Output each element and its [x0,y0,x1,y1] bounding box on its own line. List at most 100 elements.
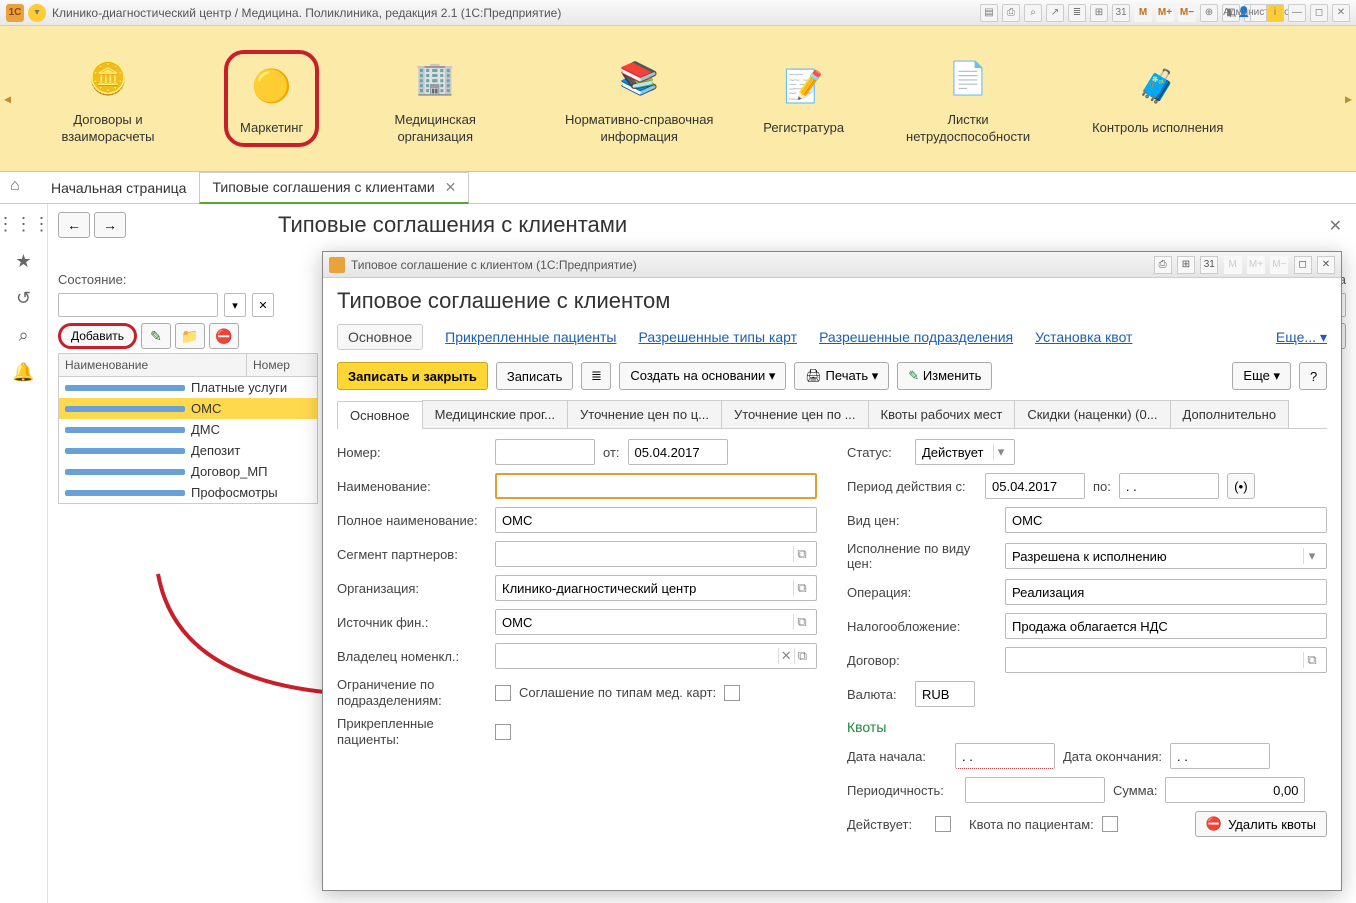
tab-price1[interactable]: Уточнение цен по ц... [567,400,722,428]
section-control[interactable]: 🧳 Контроль исполнения [1084,54,1231,143]
section-contracts[interactable]: 🪙 Договоры и взаиморасчеты [20,46,196,152]
search-sidebar-icon[interactable]: ⌕ [18,325,28,346]
tab-medprog[interactable]: Медицинские прог... [422,400,568,428]
create-based-button[interactable]: Создать на основании ▾ [619,362,786,390]
contract-input[interactable]: ⧉ [1005,647,1327,673]
org-input[interactable]: ⧉ [495,575,817,601]
bell-icon[interactable]: 🔔 [12,362,34,383]
tab-discounts[interactable]: Скидки (наценки) (0... [1014,400,1170,428]
quota-pat-checkbox[interactable] [1102,816,1118,832]
section-medorg[interactable]: 🏢 Медицинская организация [347,46,523,152]
print-icon[interactable]: ⎙ [1002,4,1020,22]
calendar-icon[interactable]: 31 [1112,4,1130,22]
mplus-icon[interactable]: M+ [1156,4,1174,22]
exec-select[interactable]: ▾ [1005,543,1327,569]
status-select[interactable]: ▾ [915,439,1015,465]
print-button[interactable]: 🖨 Печать ▾ [794,362,889,390]
tab-price2[interactable]: Уточнение цен по ... [721,400,869,428]
section-registry[interactable]: 📝 Регистратура [755,54,852,143]
dlg-close-icon[interactable]: ✕ [1317,256,1335,274]
restrict-checkbox[interactable] [495,685,511,701]
picker-icon[interactable]: ⧉ [793,580,810,596]
panel-close-icon[interactable]: ✕ [1329,216,1342,236]
dlg-m-icon[interactable]: M [1224,256,1242,274]
period-picker-button[interactable]: (•) [1227,473,1255,499]
m-icon[interactable]: M [1134,4,1152,22]
tab-extra[interactable]: Дополнительно [1170,400,1290,428]
print-preview-icon[interactable]: ▤ [980,4,998,22]
attached-checkbox[interactable] [495,724,511,740]
start-date-input[interactable] [955,743,1055,769]
acts-checkbox[interactable] [935,816,951,832]
link-icon[interactable]: ↗ [1046,4,1064,22]
segment-input[interactable]: ⧉ [495,541,817,567]
section-marketing[interactable]: 🟡 Маркетинг [224,50,319,147]
apps-icon[interactable]: ⋮⋮⋮ [0,214,51,235]
toolbar-list-icon[interactable]: ≣ [581,362,611,390]
link-more[interactable]: Еще... ▾ [1276,329,1327,346]
period-from-input[interactable] [985,473,1085,499]
col-name[interactable]: Наименование [59,354,247,376]
name-input[interactable] [495,473,817,499]
edit-button[interactable]: ✎ [141,323,171,349]
close-icon[interactable]: ✕ [1332,4,1350,22]
help-button[interactable]: ? [1299,362,1327,390]
picker-icon[interactable]: ⧉ [793,546,810,562]
dropdown-icon[interactable]: ▾ [1303,548,1320,564]
tab-close-icon[interactable]: ✕ [445,179,457,195]
link-cards[interactable]: Разрешенные типы карт [638,329,797,345]
link-divisions[interactable]: Разрешенные подразделения [819,329,1013,345]
maximize-icon[interactable]: ◻ [1310,4,1328,22]
picker-icon[interactable]: ⧉ [793,614,810,630]
folder-button[interactable]: 📁 [175,323,205,349]
sections-scroll-right[interactable]: ▸ [1345,90,1352,107]
tab-main[interactable]: Основное [337,401,423,429]
calculator-icon[interactable]: ⊞ [1090,4,1108,22]
dlg-calendar-icon[interactable]: 31 [1200,256,1218,274]
edit-button[interactable]: ✎ Изменить [897,362,992,390]
more-button[interactable]: Еще ▾ [1232,362,1291,390]
dropdown-icon[interactable]: ▾ [28,4,46,22]
col-number[interactable]: Номер [247,354,317,376]
info-icon[interactable]: i [1266,4,1284,22]
save-close-button[interactable]: Записать и закрыть [337,362,488,390]
fullname-input[interactable] [495,507,817,533]
delete-button[interactable]: ⛔ [209,323,239,349]
favorite-icon[interactable]: ★ [15,251,31,272]
history-icon[interactable]: ↺ [16,288,31,309]
link-quotas[interactable]: Установка квот [1035,329,1132,345]
from-date-input[interactable] [628,439,728,465]
dlg-maximize-icon[interactable]: ◻ [1294,256,1312,274]
clear-icon[interactable]: ✕ [778,648,794,664]
picker-icon[interactable]: ⧉ [1303,652,1320,668]
price-input[interactable] [1005,507,1327,533]
dlg-calc-icon[interactable]: ⊞ [1177,256,1195,274]
dropdown-icon[interactable]: ▾ [993,444,1008,460]
tax-input[interactable] [1005,613,1327,639]
add-window-icon[interactable]: ⊕ [1200,4,1218,22]
link-patients[interactable]: Прикрепленные пациенты [445,329,616,345]
minimize-icon[interactable]: — [1288,4,1306,22]
tab-home[interactable]: Начальная страница [38,173,199,203]
nav-back-button[interactable]: ← [58,212,90,238]
number-input[interactable] [495,439,595,465]
list-item[interactable]: Депозит [59,440,317,461]
section-sickleave[interactable]: 📄 Листки нетрудоспособности [880,46,1056,152]
compare-icon[interactable]: ≣ [1068,4,1086,22]
list-item[interactable]: Платные услуги [59,377,317,398]
list-item[interactable]: Профосмотры [59,482,317,503]
fin-input[interactable]: ⧉ [495,609,817,635]
owner-input[interactable]: ✕⧉ [495,643,817,669]
picker-icon[interactable]: ⧉ [794,648,810,664]
sections-scroll-left[interactable]: ◂ [4,90,11,107]
state-clear-button[interactable]: ✕ [252,293,274,317]
list-item[interactable]: ДМС [59,419,317,440]
user-label[interactable]: 👤 Администратор [1244,4,1262,22]
list-item[interactable]: ОМС [59,398,317,419]
list-item[interactable]: Договор_МП [59,461,317,482]
dlg-mplus-icon[interactable]: M+ [1247,256,1265,274]
state-input[interactable] [58,293,218,317]
delete-quotas-button[interactable]: ⛔Удалить квоты [1195,811,1327,837]
home-icon[interactable]: ⌂ [10,177,32,199]
tab-agreements[interactable]: Типовые соглашения с клиентами ✕ [199,172,469,204]
